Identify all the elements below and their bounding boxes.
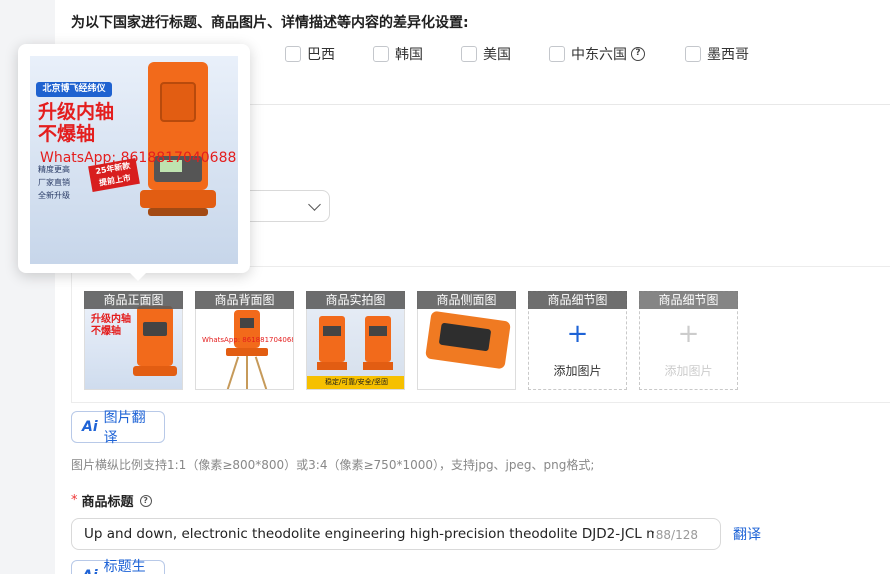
preview-image: 北京博飞经纬仪 升级内轴 不爆轴 WhatsApp: 8618817040688… xyxy=(30,56,238,264)
add-image-label: 添加图片 xyxy=(664,364,713,378)
slot-label: 商品实拍图 xyxy=(306,291,405,309)
preview-banner: 北京博飞经纬仪 xyxy=(36,82,112,97)
title-generate-button[interactable]: Ai 标题生成 xyxy=(71,559,165,574)
feature-item: 全新升级 xyxy=(38,190,70,200)
thumb-headline: 不爆轴 xyxy=(91,326,121,337)
add-image-label[interactable]: 添加图片 xyxy=(528,362,627,379)
ai-icon: Ai xyxy=(82,419,98,435)
image-slot-real[interactable]: 稳定/可靠/安全/坚固 商品实拍图 xyxy=(306,291,405,390)
image-format-hint: 图片横纵比例支持1:1（像素≥800*800）或3:4（像素≥750*1000）… xyxy=(71,458,595,472)
image-translate-button[interactable]: Ai 图片翻译 xyxy=(71,410,165,446)
ai-icon: Ai xyxy=(82,568,98,574)
thumb-headline: 升级内轴 xyxy=(91,314,131,325)
checkbox[interactable] xyxy=(461,46,477,62)
required-mark: * xyxy=(71,493,78,508)
label-text: 商品标题 xyxy=(81,495,134,510)
checkbox[interactable] xyxy=(685,46,701,62)
title-field-label: * 商品标题 ? xyxy=(71,491,152,510)
image-slot-back[interactable]: WhatsApp: 8618817040688 商品背面图 xyxy=(195,291,294,390)
section-heading: 为以下国家进行标题、商品图片、详情描述等内容的差异化设置: xyxy=(71,15,469,31)
slot-label: 商品细节图 xyxy=(528,291,627,309)
button-label: 标题生成 xyxy=(103,559,146,574)
preview-headline: 不爆轴 xyxy=(38,123,96,145)
country-label: 墨西哥 xyxy=(707,47,749,63)
feature-item: 精度更高 xyxy=(38,165,70,174)
preview-headline: 升级内轴 xyxy=(38,101,115,123)
image-slot-side[interactable]: 商品侧面图 xyxy=(417,291,516,390)
country-label: 美国 xyxy=(483,47,511,63)
country-option-middle-east[interactable]: 中东六国 ? xyxy=(549,44,645,64)
plus-icon: + xyxy=(677,319,700,349)
slot-label: 商品细节图 xyxy=(639,291,738,309)
button-label: 图片翻译 xyxy=(103,410,146,446)
feature-item: 厂家直销 xyxy=(38,177,70,187)
plus-icon[interactable]: + xyxy=(528,319,627,349)
image-slot-front[interactable]: 升级内轴 不爆轴 商品正面图 xyxy=(84,291,183,390)
help-icon[interactable]: ? xyxy=(631,47,645,61)
feature-list: 精度更高 厂家直销 全新升级 xyxy=(38,164,70,202)
thumb-watermark: WhatsApp: 8618817040688 xyxy=(202,336,294,344)
country-label: 中东六国 xyxy=(571,47,627,63)
country-option-usa[interactable]: 美国 xyxy=(461,44,511,64)
checkbox[interactable] xyxy=(373,46,389,62)
image-slot-detail-disabled: 商品细节图 + 添加图片 xyxy=(639,291,738,390)
title-value[interactable]: Up and down, electronic theodolite engin… xyxy=(84,526,654,542)
slot-label: 商品背面图 xyxy=(195,291,294,309)
slot-label: 商品侧面图 xyxy=(417,291,516,309)
image-preview-popover: 北京博飞经纬仪 升级内轴 不爆轴 WhatsApp: 8618817040688… xyxy=(18,44,250,281)
slot-label: 商品正面图 xyxy=(84,291,183,309)
thumb-caption: 稳定/可靠/安全/坚固 xyxy=(307,376,404,389)
country-option-brazil[interactable]: 巴西 xyxy=(285,44,335,64)
country-label: 韩国 xyxy=(395,47,423,63)
help-icon[interactable]: ? xyxy=(139,494,152,507)
chevron-down-icon xyxy=(308,198,321,211)
product-title-input[interactable]: Up and down, electronic theodolite engin… xyxy=(71,518,721,550)
char-counter: 88/128 xyxy=(655,528,698,542)
checkbox[interactable] xyxy=(285,46,301,62)
image-slot-detail-add[interactable]: 商品细节图 + 添加图片 xyxy=(528,291,627,390)
translate-link[interactable]: 翻译 xyxy=(733,524,761,544)
country-option-korea[interactable]: 韩国 xyxy=(373,44,423,64)
divider xyxy=(240,104,890,105)
country-label: 巴西 xyxy=(307,47,335,63)
country-option-mexico[interactable]: 墨西哥 xyxy=(685,44,749,64)
checkbox[interactable] xyxy=(549,46,565,62)
